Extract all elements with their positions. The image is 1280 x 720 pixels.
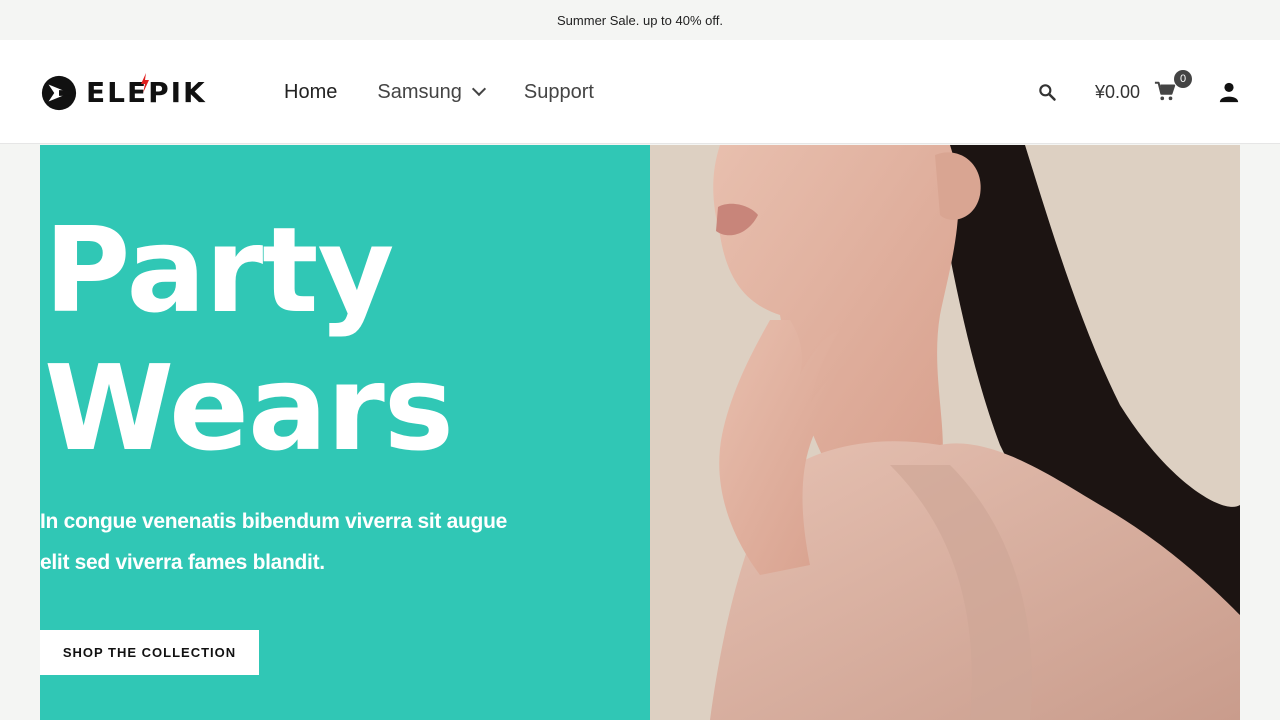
nav-item-label: Support [523, 80, 594, 103]
shop-collection-button[interactable]: SHOP THE COLLECTION [40, 630, 259, 675]
main-nav: Home Samsung Support [284, 40, 634, 144]
cart-count-badge: 0 [1174, 70, 1192, 88]
header-actions: ¥0.00 0 [1037, 40, 1240, 144]
hero-subtitle: In congue venenatis bibendum viverra sit… [40, 501, 540, 583]
hero-subtitle-line2: elit sed viverra fames blandit. [40, 551, 325, 574]
logo-bolt-icon [141, 73, 149, 93]
hero-model-photo [650, 145, 1240, 720]
nav-item-home[interactable]: Home [284, 81, 337, 104]
model-illustration [650, 145, 1240, 720]
search-icon[interactable] [1037, 82, 1057, 102]
nav-item-label: Home [284, 80, 338, 103]
nav-item-label: Samsung [377, 80, 462, 103]
cart-icon [1154, 81, 1176, 101]
hero-subtitle-line1: In congue venenatis bibendum viverra sit… [40, 510, 507, 533]
hero-title-line1: Party [44, 201, 394, 339]
nav-item-samsung[interactable]: Samsung [377, 80, 486, 104]
site-header: ELEPIK Home Samsung Support ¥0.00 0 [0, 40, 1280, 144]
hero-title-line2: Wears [44, 339, 454, 477]
announcement-bar: Summer Sale. up to 40% off. [0, 0, 1280, 40]
chevron-down-icon [471, 81, 486, 97]
logo-mark-icon [41, 75, 77, 111]
user-icon[interactable] [1218, 81, 1240, 103]
cart-button[interactable]: 0 [1154, 70, 1192, 104]
hero-banner: Party Wears In congue venenatis bibendum… [40, 145, 650, 720]
nav-item-support[interactable]: Support [524, 81, 594, 104]
hero-title: Party Wears [44, 201, 454, 477]
site-logo[interactable]: ELEPIK [40, 73, 230, 113]
cart-total[interactable]: ¥0.00 [1095, 82, 1140, 103]
announcement-text: Summer Sale. up to 40% off. [557, 12, 723, 28]
